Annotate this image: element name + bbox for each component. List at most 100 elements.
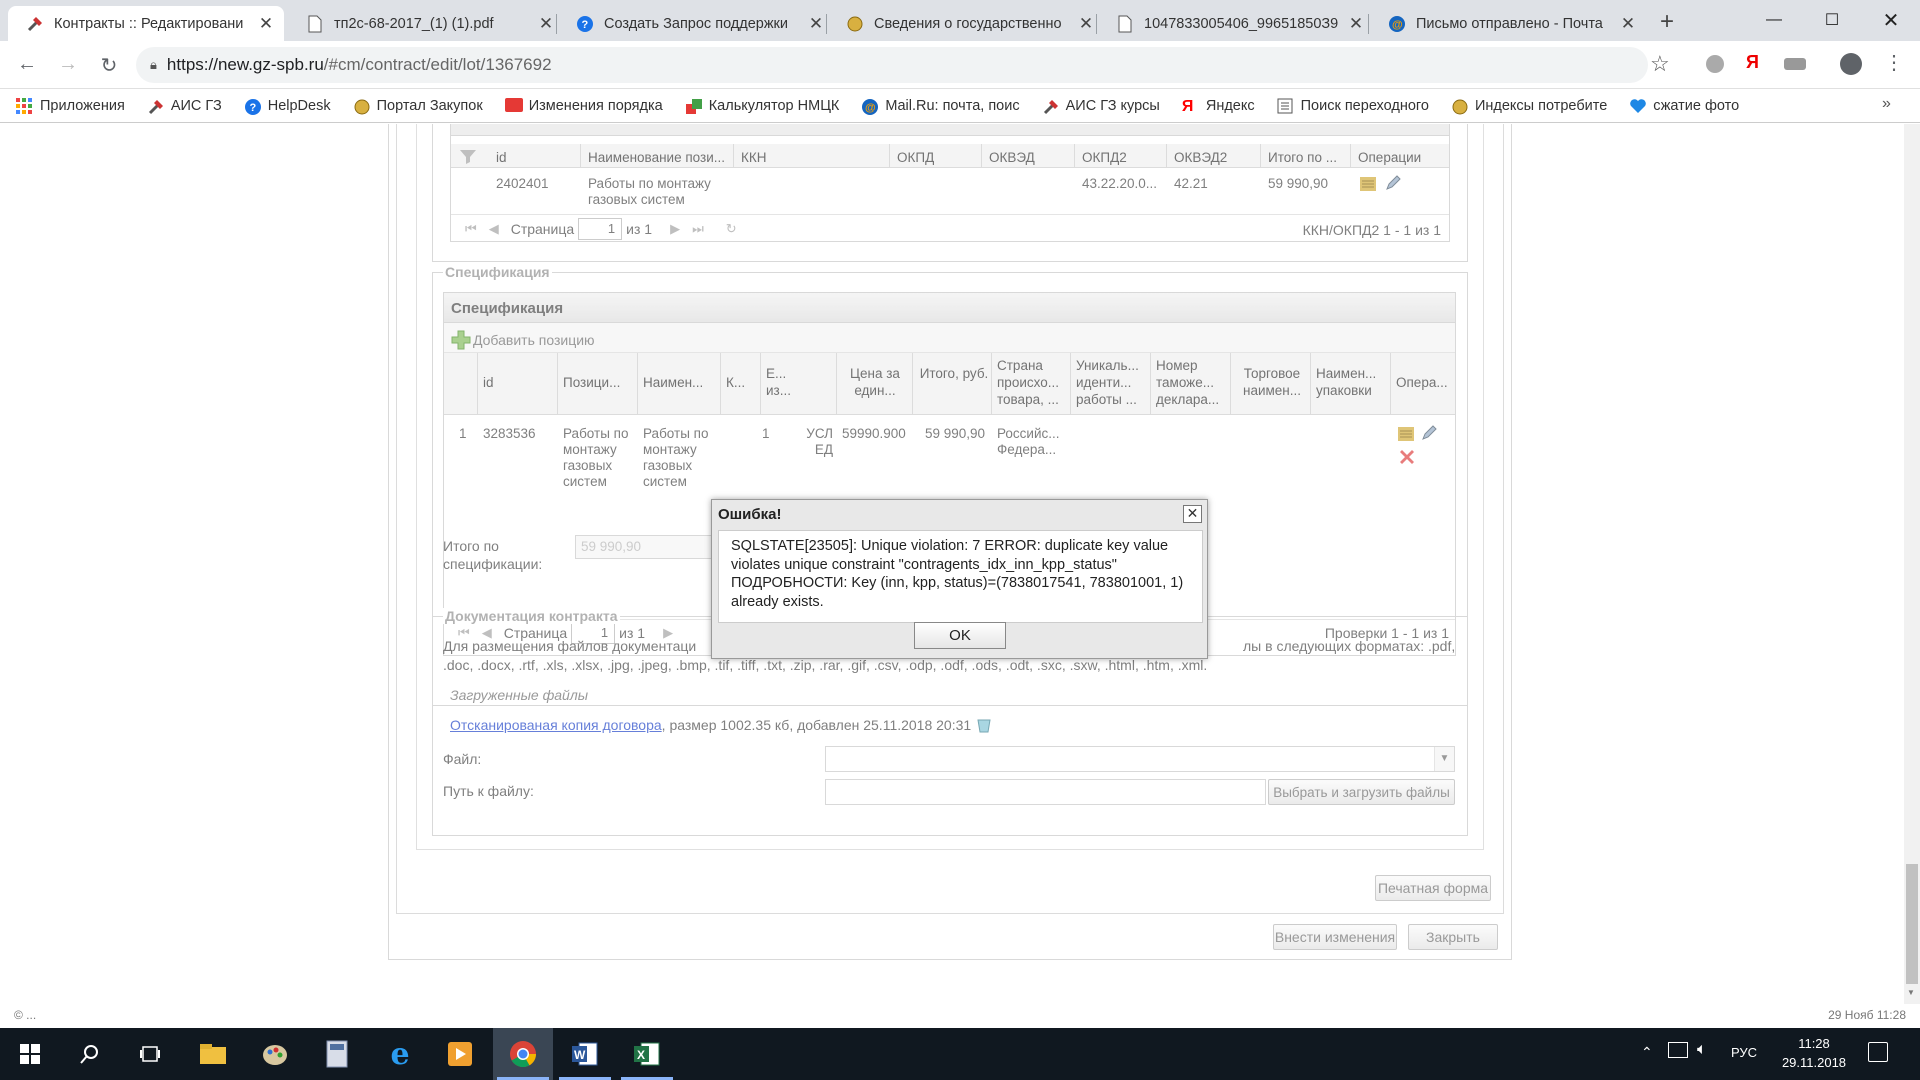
tab-title: Контракты :: Редактировани	[54, 15, 244, 32]
bookmark[interactable]: Приложения	[16, 98, 125, 114]
language-indicator[interactable]: РУС	[1731, 1045, 1757, 1060]
bookmark[interactable]: Индексы потребите	[1451, 98, 1608, 115]
excel-icon[interactable]: X	[617, 1028, 677, 1080]
browser-tab[interactable]: ? Создать Запрос поддержки ✕	[558, 6, 834, 41]
bookmark-label: HelpDesk	[267, 98, 331, 114]
back-icon[interactable]: ←	[15, 53, 39, 76]
task-view-icon[interactable]	[120, 1028, 180, 1080]
bookmark[interactable]: Изменения порядка	[504, 98, 663, 114]
close-tab-icon[interactable]: ✕	[1078, 14, 1094, 34]
close-tab-icon[interactable]: ✕	[1620, 14, 1636, 34]
network-icon[interactable]	[1668, 1042, 1688, 1058]
bookmarks-bar: Приложения АИС ГЗ? HelpDesk Портал Закупок И…	[0, 90, 1920, 123]
close-tab-icon[interactable]: ✕	[538, 14, 554, 34]
dialog-title: Ошибка!	[718, 506, 782, 523]
chrome-icon[interactable]	[493, 1028, 553, 1080]
status-right: 29 Нояб 11:28	[1828, 1008, 1906, 1022]
bookmark-label: Поиск переходного	[1300, 98, 1429, 114]
bookmark-label: Индексы потребите	[1474, 98, 1608, 114]
close-icon[interactable]: ✕	[1183, 505, 1202, 523]
bookmark[interactable]: АИС ГЗ курсы	[1042, 98, 1160, 115]
calculator-icon[interactable]	[307, 1028, 367, 1080]
emblem-icon	[846, 15, 864, 33]
volume-icon[interactable]: 🔈︎	[1697, 1041, 1707, 1059]
bookmark[interactable]: ? HelpDesk	[244, 98, 331, 115]
bookmark[interactable]: Поиск переходного	[1277, 98, 1429, 114]
svg-text:@: @	[865, 102, 876, 114]
bookmark-label: Изменения порядка	[528, 98, 663, 114]
scroll-down-icon[interactable]: ▼	[1907, 988, 1915, 997]
tab-title: Сведения о государственно	[874, 15, 1062, 32]
paint-icon[interactable]	[245, 1028, 305, 1080]
browser-tab[interactable]: Контракты :: Редактировани ✕	[8, 6, 284, 41]
bookmark[interactable]: АИС ГЗ	[147, 98, 222, 115]
browser-tab[interactable]: тп2с-68-2017_(1) (1).pdf ✕	[288, 6, 564, 41]
tab-title: Письмо отправлено - Почта	[1416, 15, 1603, 32]
clock[interactable]: 11:28 29.11.2018	[1777, 1034, 1851, 1072]
close-tab-icon[interactable]: ✕	[258, 14, 274, 34]
ok-button[interactable]: OK	[914, 622, 1006, 649]
forward-icon[interactable]: →	[56, 53, 80, 76]
bookmark-label: Портал Закупок	[376, 98, 483, 114]
help-icon: ?	[576, 15, 594, 33]
extension-icon[interactable]	[1706, 55, 1724, 73]
heart-icon	[1629, 98, 1647, 114]
reload-icon[interactable]: ↻	[97, 53, 121, 78]
notifications-icon[interactable]	[1868, 1042, 1888, 1062]
svg-text:?: ?	[582, 19, 589, 31]
svg-text:?: ?	[249, 102, 256, 114]
tab-separator	[1368, 14, 1369, 34]
bookmark[interactable]: Портал Закупок	[353, 98, 483, 115]
yandex-icon: Я	[1181, 98, 1194, 115]
tab-separator	[556, 14, 557, 34]
url-path: /#cm/contract/edit/lot/1367692	[323, 55, 552, 74]
internet-explorer-icon[interactable]: e	[370, 1028, 430, 1080]
bookmark-label: сжатие фото	[1653, 98, 1740, 114]
search-icon[interactable]	[60, 1028, 120, 1080]
star-icon[interactable]: ☆	[1650, 51, 1670, 77]
page-scrollbar[interactable]: ▼	[1904, 124, 1920, 1004]
mail-icon: @	[1388, 15, 1406, 33]
tab-title: 1047833005406_99651850З9	[1144, 15, 1339, 32]
mail-icon: @	[861, 98, 879, 115]
tools-icon	[147, 98, 163, 115]
tab-title: Создать Запрос поддержки	[604, 15, 789, 32]
profile-avatar[interactable]	[1840, 53, 1862, 75]
scrollbar-thumb[interactable]	[1906, 864, 1918, 984]
file-explorer-icon[interactable]	[183, 1028, 243, 1080]
media-player-icon[interactable]	[430, 1028, 490, 1080]
yandex-extension-icon[interactable]: Я	[1746, 52, 1759, 73]
svg-text:W: W	[574, 1048, 586, 1062]
maximize-button[interactable]: ☐	[1803, 0, 1861, 40]
address-bar[interactable]: 🔒︎ https://new.gz-spb.ru/#cm/contract/ed…	[136, 47, 1648, 83]
close-tab-icon[interactable]: ✕	[808, 14, 824, 34]
bookmark[interactable]: сжатие фото	[1629, 98, 1739, 114]
bookmark-label: Яндекс	[1205, 98, 1255, 114]
windows-start-icon[interactable]	[0, 1028, 60, 1080]
error-dialog: Ошибка! ✕ SQLSTATE[23505]: Unique violat…	[711, 499, 1208, 659]
browser-tab[interactable]: Сведения о государственно ✕	[828, 6, 1104, 41]
tab-title: тп2с-68-2017_(1) (1).pdf	[334, 15, 494, 32]
extension-icon[interactable]	[1784, 58, 1806, 70]
close-tab-icon[interactable]: ✕	[1348, 14, 1364, 34]
bookmark[interactable]: Калькулятор НМЦК	[685, 98, 839, 114]
bookmarks-more[interactable]: »	[1882, 95, 1891, 113]
minimize-button[interactable]: —	[1745, 0, 1803, 40]
bookmark[interactable]: @ Mail.Ru: почта, поис	[861, 98, 1020, 115]
new-tab-button[interactable]: +	[1652, 8, 1682, 36]
news-icon	[504, 98, 523, 114]
browser-tab[interactable]: 1047833005406_99651850З9 ✕	[1098, 6, 1374, 41]
menu-icon[interactable]: ⋮	[1884, 50, 1904, 75]
taskbar: e W X ⌃ 🔈︎ РУС 11:28 29.11.2018	[0, 1028, 1920, 1080]
browser-tab[interactable]: @ Письмо отправлено - Почта ✕	[1370, 6, 1646, 41]
svg-text:X: X	[637, 1048, 645, 1062]
tab-separator	[1096, 14, 1097, 34]
close-window-button[interactable]: ✕	[1862, 0, 1920, 40]
document-icon	[306, 15, 324, 33]
bookmark[interactable]: Я Яндекс	[1181, 98, 1255, 115]
word-icon[interactable]: W	[555, 1028, 615, 1080]
apps-icon	[16, 98, 32, 114]
help-icon: ?	[244, 98, 261, 115]
tray-chevron-icon[interactable]: ⌃	[1641, 1044, 1653, 1061]
status-bar: © ... 29 Нояб 11:28	[0, 1004, 1920, 1028]
